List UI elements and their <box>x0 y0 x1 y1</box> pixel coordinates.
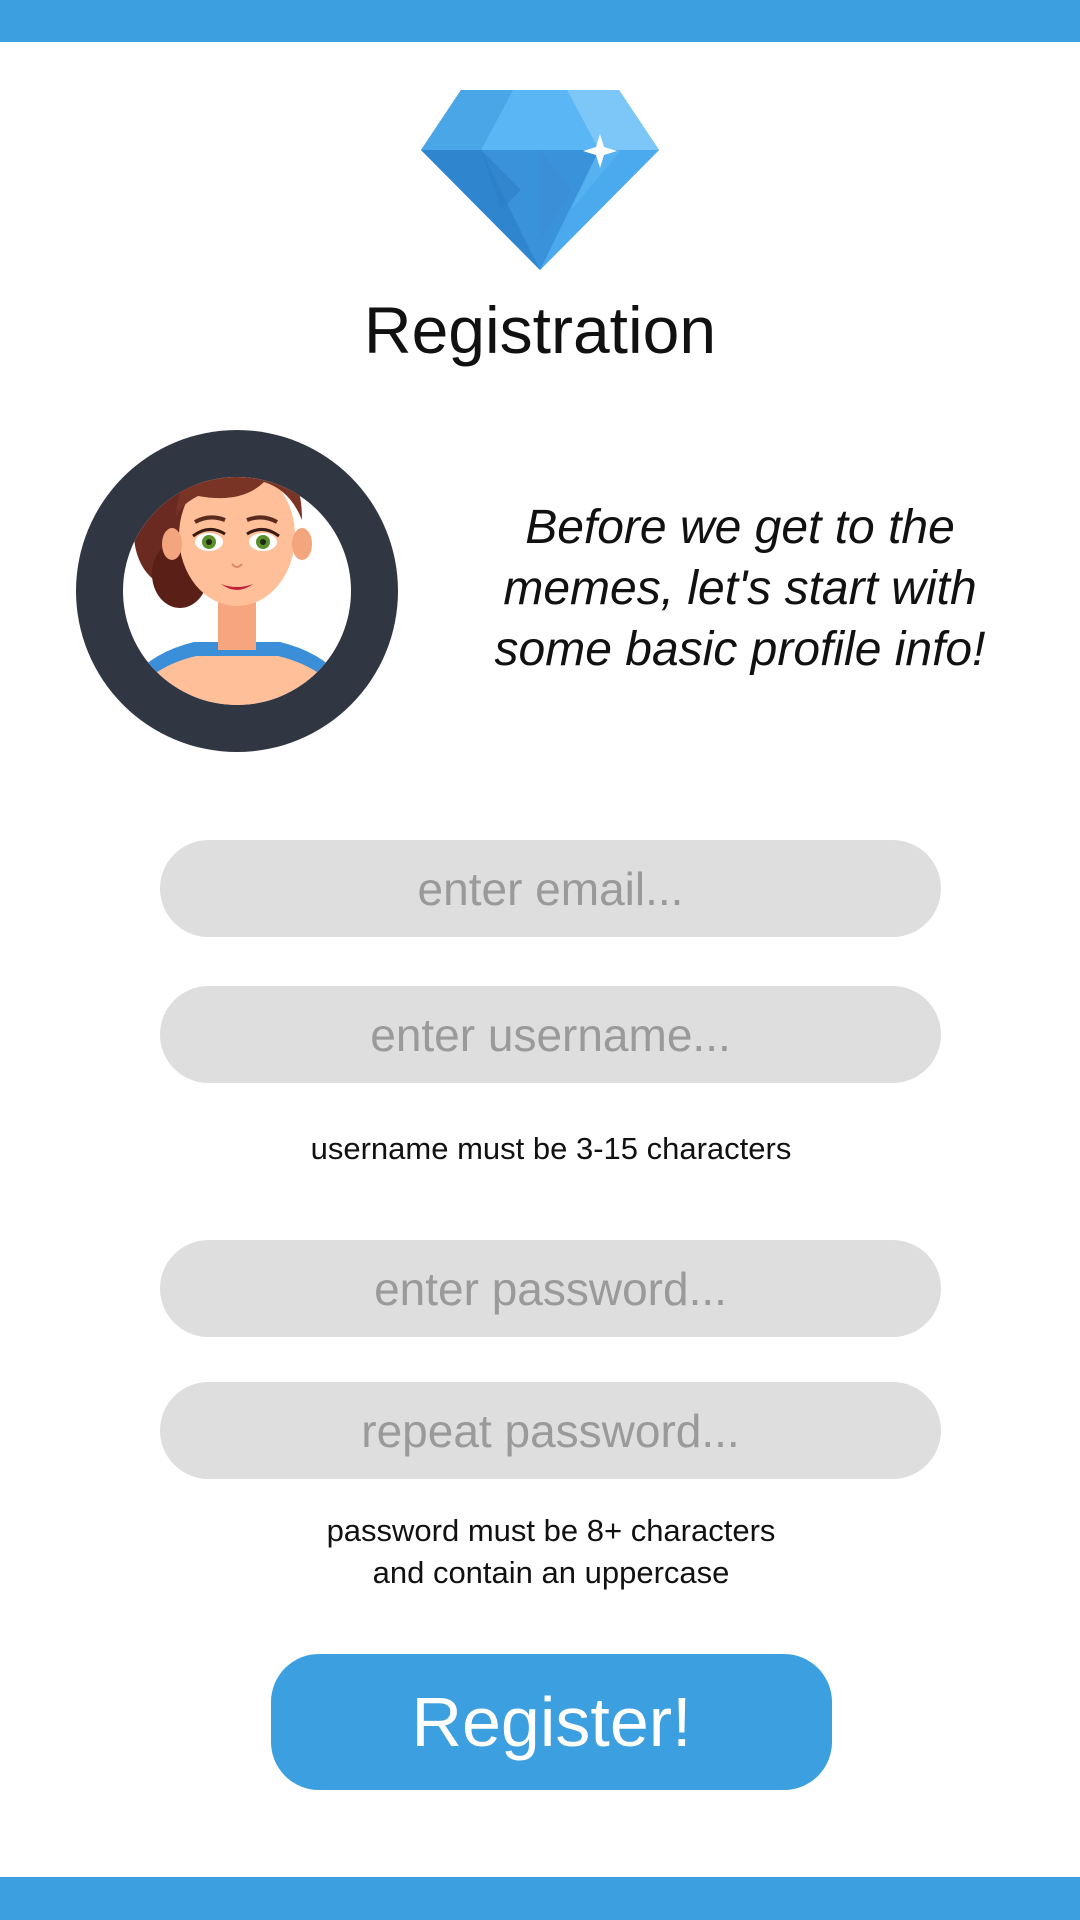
page-title: Registration <box>363 293 717 367</box>
intro-message: Before we get to the memes, let's start … <box>494 501 986 676</box>
diamond-icon <box>421 90 659 270</box>
username-field[interactable] <box>160 986 941 1083</box>
top-accent-bar <box>0 0 1080 42</box>
woman-avatar-icon <box>76 430 398 752</box>
username-hint: username must be 3-15 characters <box>310 1131 792 1166</box>
password-field[interactable] <box>160 1240 941 1337</box>
repeat-password-field[interactable] <box>160 1382 941 1479</box>
password-hint: password must be 8+ characters and conta… <box>326 1513 776 1590</box>
email-field[interactable] <box>160 840 941 937</box>
bottom-accent-bar <box>0 1877 1080 1920</box>
register-button[interactable]: Register! <box>271 1654 832 1790</box>
